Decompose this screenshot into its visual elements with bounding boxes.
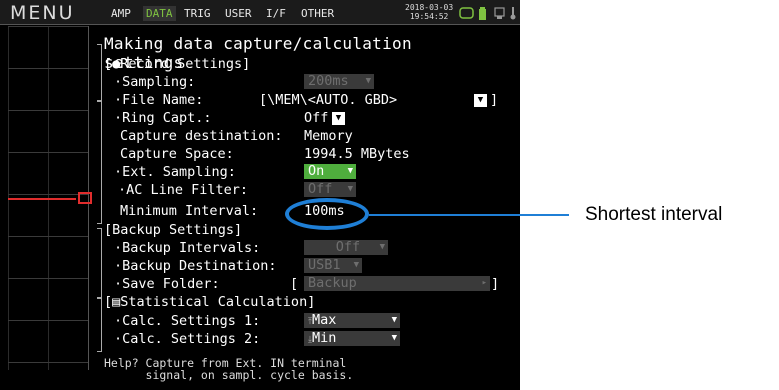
calc-settings-2-value: Min <box>311 330 337 346</box>
statistical-calculation-header: [▤Statistical Calculation] <box>104 294 316 310</box>
tab-other[interactable]: OTHER <box>298 6 337 21</box>
ac-filter-label: ·AC Line Filter: <box>118 182 249 198</box>
capture-destination-label: Capture destination: <box>120 128 283 144</box>
tab-data[interactable]: DATA <box>143 6 176 21</box>
backup-settings-title: [Backup Settings] <box>104 222 243 238</box>
datetime-display: 2018-03-03 19:54:52 <box>405 3 453 21</box>
capture-space-row: Capture Space: 1994.5 MBytes <box>104 146 496 163</box>
min-interval-highlight <box>285 198 369 230</box>
ext-sampling-row: ·Ext. Sampling: On ▼ <box>104 164 496 181</box>
chevron-down-icon: ▼ <box>391 333 397 343</box>
help-text: Help? Capture from Ext. IN terminal sign… <box>104 357 353 381</box>
top-menu-bar: MENU AMP DATA TRIG USER I/F OTHER 2018-0… <box>0 0 520 25</box>
file-name-value: [\MEM\<AUTO. GBD> <box>259 92 398 108</box>
record-settings-header: [●Record Settings] <box>104 56 251 72</box>
group-bracket <box>97 44 102 102</box>
date-text: 2018-03-03 <box>405 3 454 12</box>
ring-capture-value[interactable]: Off <box>304 110 328 127</box>
group-bracket <box>97 228 102 298</box>
chevron-down-icon: ▼ <box>347 166 353 176</box>
sampling-select[interactable]: 200ms ▼ <box>304 74 374 89</box>
capture-space-value: 1994.5 MBytes <box>304 146 410 162</box>
file-name-label: ·File Name: <box>114 92 204 108</box>
ext-sampling-value: On <box>308 163 325 179</box>
calc-settings-2-row: ·Calc. Settings 2: ⤓Min ▼ <box>104 331 496 348</box>
calc-settings-1-select[interactable]: ⤒Max ▼ <box>304 313 400 328</box>
tab-amp[interactable]: AMP <box>108 6 134 21</box>
backup-destination-value: USB1 <box>308 257 341 273</box>
channel-marker <box>78 192 92 204</box>
save-folder-label: ·Save Folder: <box>114 276 220 292</box>
group-bracket <box>97 100 102 224</box>
backup-intervals-value: Off <box>335 239 361 255</box>
backup-intervals-label: ·Backup Intervals: <box>114 240 261 256</box>
waveform-trace <box>8 198 76 200</box>
backup-intervals-select[interactable]: Off ▼ <box>304 240 388 255</box>
chevron-down-icon: ▼ <box>379 242 385 252</box>
sampling-value: 200ms <box>308 73 349 89</box>
time-text: 19:54:52 <box>409 12 449 21</box>
ac-filter-row: ·AC Line Filter: Off ▼ <box>104 182 496 199</box>
settings-panel: Making data capture/calculation settings… <box>104 26 500 372</box>
calc-settings-1-value: Max <box>311 312 337 328</box>
save-folder-field[interactable]: Backup ▸ <box>304 276 490 291</box>
capture-space-label: Capture Space: <box>120 146 234 162</box>
ac-filter-select[interactable]: Off ▼ <box>304 182 356 197</box>
backup-intervals-row: ·Backup Intervals: Off ▼ <box>104 240 496 257</box>
callout-leader-line <box>369 214 569 216</box>
save-folder-value: Backup <box>308 275 357 291</box>
menu-title: MENU <box>10 2 75 24</box>
callout-label: Shortest interval <box>585 204 723 225</box>
lock-icon <box>510 7 516 20</box>
usb-icon <box>494 7 505 19</box>
ring-capture-label: ·Ring Capt.: <box>114 110 212 126</box>
file-name-dropdown-icon[interactable]: ▼ <box>474 94 487 107</box>
ring-capture-dropdown-icon[interactable]: ▼ <box>332 112 345 125</box>
sampling-label: ·Sampling: <box>114 74 196 90</box>
capture-destination-value: Memory <box>304 128 353 144</box>
backup-destination-label: ·Backup Destination: <box>114 258 277 274</box>
chevron-right-icon: ▸ <box>481 278 487 288</box>
tab-trig[interactable]: TRIG <box>181 6 214 21</box>
chevron-down-icon: ▼ <box>391 315 397 325</box>
battery-icon <box>479 7 486 20</box>
calc-settings-2-select[interactable]: ⤓Min ▼ <box>304 331 400 346</box>
ext-sampling-select[interactable]: On ▼ <box>304 164 356 179</box>
group-bracket <box>97 298 102 352</box>
help-line-2: signal, on sampl. cycle basis. <box>104 368 354 382</box>
save-folder-close-bracket: ] <box>491 276 500 292</box>
tab-if[interactable]: I/F <box>263 6 289 21</box>
calc-settings-2-label: ·Calc. Settings 2: <box>114 331 261 347</box>
ac-filter-value: Off <box>308 181 333 197</box>
save-folder-row: ·Save Folder: [ Backup ▸ ] <box>104 276 500 293</box>
save-folder-open-bracket: [ <box>290 276 299 292</box>
calc-settings-1-label: ·Calc. Settings 1: <box>114 313 261 329</box>
min-interval-label: Minimum Interval: <box>120 203 259 219</box>
chevron-down-icon: ▼ <box>353 260 359 270</box>
chevron-down-icon: ▼ <box>365 76 371 86</box>
capture-destination-row: Capture destination: Memory <box>104 128 496 145</box>
memory-icon <box>459 7 474 19</box>
file-name-bracket: ] <box>490 92 499 108</box>
file-name-row: ·File Name: [\MEM\<AUTO. GBD> ▼ ] <box>104 92 499 109</box>
backup-settings-header: [Backup Settings] <box>104 222 242 239</box>
backup-destination-select[interactable]: USB1 ▼ <box>304 258 362 273</box>
sampling-row: ·Sampling: 200ms ▼ <box>104 74 496 91</box>
backup-destination-row: ·Backup Destination: USB1 ▼ <box>104 258 496 275</box>
ext-sampling-label: ·Ext. Sampling: <box>114 164 236 180</box>
ring-capture-row: ·Ring Capt.: Off ▼ <box>104 110 496 127</box>
tab-user[interactable]: USER <box>222 6 255 21</box>
calc-settings-1-row: ·Calc. Settings 1: ⤒Max ▼ <box>104 313 496 330</box>
chevron-down-icon: ▼ <box>347 184 353 194</box>
logger-screen: MENU AMP DATA TRIG USER I/F OTHER 2018-0… <box>0 0 520 390</box>
